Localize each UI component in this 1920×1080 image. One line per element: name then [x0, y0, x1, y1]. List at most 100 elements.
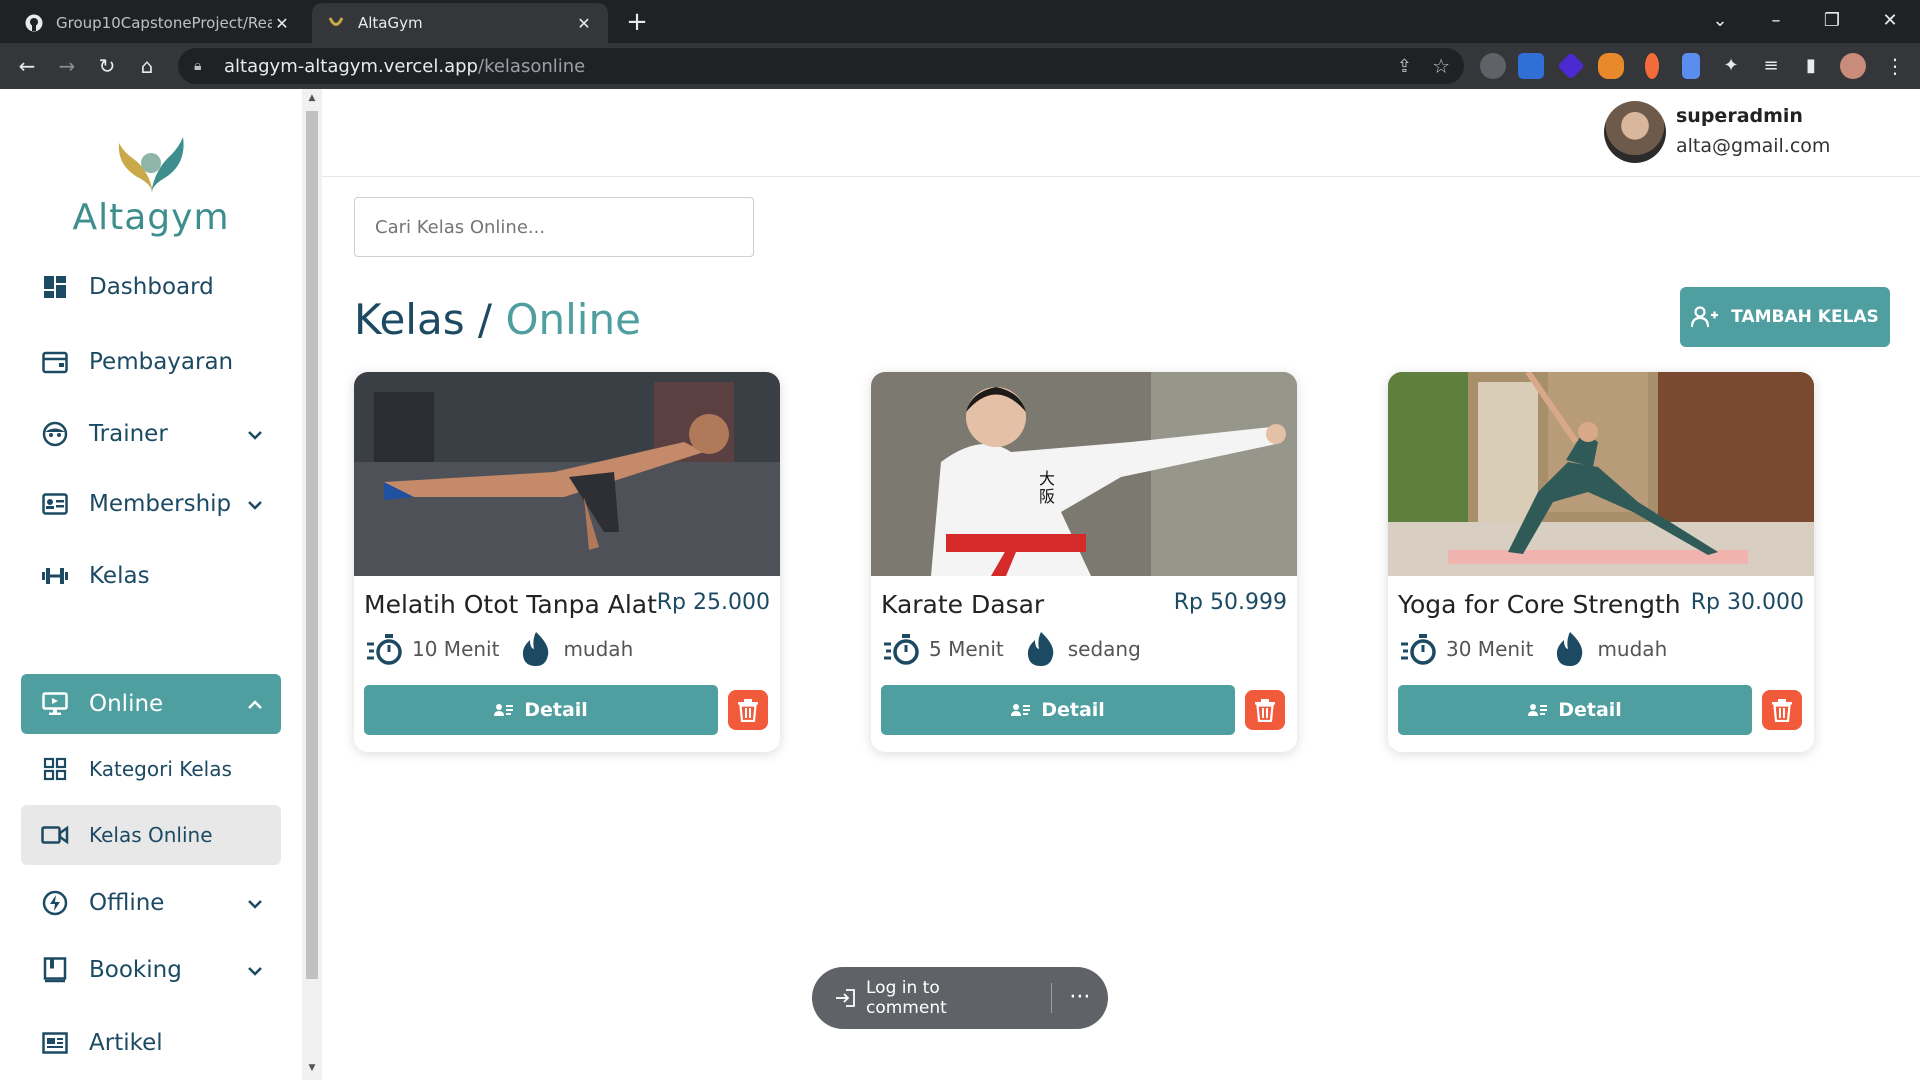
video-icon	[41, 821, 69, 849]
sidebar-item-trainer[interactable]: Trainer	[21, 404, 281, 464]
minimize-button[interactable]: –	[1756, 6, 1796, 36]
kebab-menu-icon[interactable]: ⋮	[1880, 51, 1910, 81]
tab-altagym[interactable]: AltaGym ✕	[312, 3, 608, 43]
profile-avatar-icon[interactable]	[1840, 53, 1866, 79]
new-tab-button[interactable]: +	[622, 8, 652, 38]
address-bar[interactable]: 🔒︎ altagym-altagym.vercel.app/kelasonlin…	[178, 48, 1464, 84]
sidebar-item-kelas-online[interactable]: Kelas Online	[21, 805, 281, 865]
dashboard-icon	[41, 273, 69, 301]
class-duration: 10 Menit	[412, 637, 500, 661]
sidebar-item-offline[interactable]: Offline	[21, 873, 281, 933]
window-close-button[interactable]: ✕	[1870, 6, 1910, 36]
class-price: Rp 50.999	[1173, 590, 1287, 615]
user-plus-icon	[1691, 306, 1719, 328]
back-arrow-icon[interactable]: ←	[12, 51, 42, 81]
delete-button[interactable]	[728, 690, 768, 730]
forward-arrow-icon[interactable]: →	[52, 51, 82, 81]
login-arrow-icon	[834, 988, 856, 1008]
stopwatch-icon	[1398, 630, 1440, 668]
extension-icon[interactable]	[1557, 52, 1585, 80]
delete-button[interactable]	[1245, 690, 1285, 730]
class-level: sedang	[1067, 637, 1141, 661]
class-image-yoga	[1388, 372, 1814, 576]
extension-icon[interactable]	[1645, 53, 1659, 79]
sidebar: Altagym Dashboard Pembayaran Trainer Mem…	[0, 89, 302, 1080]
brand-name: Altagym	[72, 197, 230, 238]
extension-icon[interactable]	[1682, 53, 1700, 79]
github-icon	[24, 13, 44, 33]
puzzle-extensions-icon[interactable]: ✦	[1716, 51, 1746, 81]
sidebar-item-kelas[interactable]: Kelas	[21, 546, 281, 606]
home-icon[interactable]: ⌂	[132, 51, 162, 81]
trash-icon	[738, 699, 758, 722]
class-card: Melatih Otot Tanpa Alat Rp 25.000 10 Men…	[354, 372, 780, 752]
scroll-up-arrow-icon[interactable]: ▲	[306, 93, 318, 105]
search-input[interactable]	[354, 197, 754, 257]
tab-title: Group10CapstoneProject/React	[56, 14, 272, 32]
translate-extension-icon[interactable]	[1518, 53, 1544, 79]
class-duration: 5 Menit	[929, 637, 1004, 661]
restore-button[interactable]: ❐	[1812, 6, 1852, 36]
chevron-down-icon	[247, 960, 281, 981]
book-icon	[41, 956, 69, 984]
login-to-comment-button[interactable]: Log in to comment	[866, 978, 1021, 1018]
brand-logo[interactable]: Altagym	[70, 129, 232, 249]
add-class-button[interactable]: TAMBAH KELAS	[1680, 287, 1890, 347]
url-host: altagym-altagym.vercel.app	[224, 55, 478, 77]
detail-button[interactable]: Detail	[1398, 685, 1752, 735]
class-duration: 30 Menit	[1446, 637, 1534, 661]
sidebar-item-booking[interactable]: Booking	[21, 940, 281, 1000]
tab-github[interactable]: Group10CapstoneProject/React ✕	[10, 3, 306, 43]
grid-icon	[41, 755, 69, 783]
sidebar-item-membership[interactable]: Membership	[21, 474, 281, 534]
side-panel-icon[interactable]: ▮	[1796, 51, 1826, 81]
class-card: Yoga for Core Strength Rp 30.000 30 Meni…	[1388, 372, 1814, 752]
class-level: mudah	[1597, 637, 1668, 661]
extension-icon[interactable]	[1480, 53, 1506, 79]
class-image-karate: 大 阪	[871, 372, 1297, 576]
tab-search-icon[interactable]: ⌄	[1700, 6, 1740, 36]
detail-button[interactable]: Detail	[881, 685, 1235, 735]
delete-button[interactable]	[1762, 690, 1802, 730]
class-image-pushup	[354, 372, 780, 576]
flame-icon	[1549, 630, 1591, 668]
close-icon[interactable]: ✕	[574, 14, 594, 33]
browser-tab-strip: Group10CapstoneProject/React ✕ AltaGym ✕…	[0, 0, 1920, 43]
sidebar-item-label: Online	[89, 691, 164, 717]
page-title-main: Kelas	[354, 295, 465, 344]
share-icon[interactable]: ⇪	[1397, 56, 1412, 77]
sidebar-item-dashboard[interactable]: Dashboard	[21, 257, 281, 317]
sidebar-item-artikel[interactable]: Artikel	[21, 1013, 281, 1073]
flame-icon	[1020, 630, 1062, 668]
class-title: Yoga for Core Strength	[1398, 590, 1681, 619]
sidebar-item-kategori-kelas[interactable]: Kategori Kelas	[21, 739, 281, 799]
sidebar-item-label: Kelas Online	[89, 823, 213, 847]
class-card: 大 阪 Karate Dasar Rp 50.999 5 Menit sedan…	[871, 372, 1297, 752]
sidebar-item-label: Pembayaran	[89, 349, 234, 375]
metamask-icon[interactable]	[1598, 53, 1624, 79]
bookmark-star-icon[interactable]: ☆	[1432, 54, 1450, 78]
reading-list-icon[interactable]: ≡	[1756, 51, 1786, 81]
more-options-button[interactable]: ···	[1052, 987, 1108, 1009]
sidebar-item-label: Membership	[89, 491, 232, 517]
stopwatch-icon	[364, 630, 406, 668]
sidebar-item-pembayaran[interactable]: Pembayaran	[21, 332, 281, 392]
detail-button[interactable]: Detail	[364, 685, 718, 735]
user-list-icon	[1011, 703, 1031, 717]
detail-label: Detail	[1558, 699, 1622, 721]
app-page: Altagym Dashboard Pembayaran Trainer Mem…	[0, 89, 1920, 1080]
stopwatch-icon	[881, 630, 923, 668]
class-meta: 5 Menit sedang	[881, 630, 1141, 668]
class-meta: 30 Menit mudah	[1398, 630, 1667, 668]
scrollbar-thumb[interactable]	[306, 111, 318, 979]
svg-text:阪: 阪	[1039, 487, 1055, 506]
altagym-logo-icon	[118, 137, 184, 193]
close-icon[interactable]: ✕	[272, 14, 292, 33]
scroll-down-arrow-icon[interactable]: ▼	[306, 1063, 318, 1075]
sidebar-item-online[interactable]: Online	[21, 674, 281, 734]
detail-label: Detail	[524, 699, 588, 721]
reload-icon[interactable]: ↻	[92, 51, 122, 81]
avatar[interactable]	[1604, 101, 1666, 163]
page-title-accent: Online	[505, 295, 641, 344]
sidebar-scrollbar[interactable]: ▲ ▼	[302, 89, 322, 1080]
